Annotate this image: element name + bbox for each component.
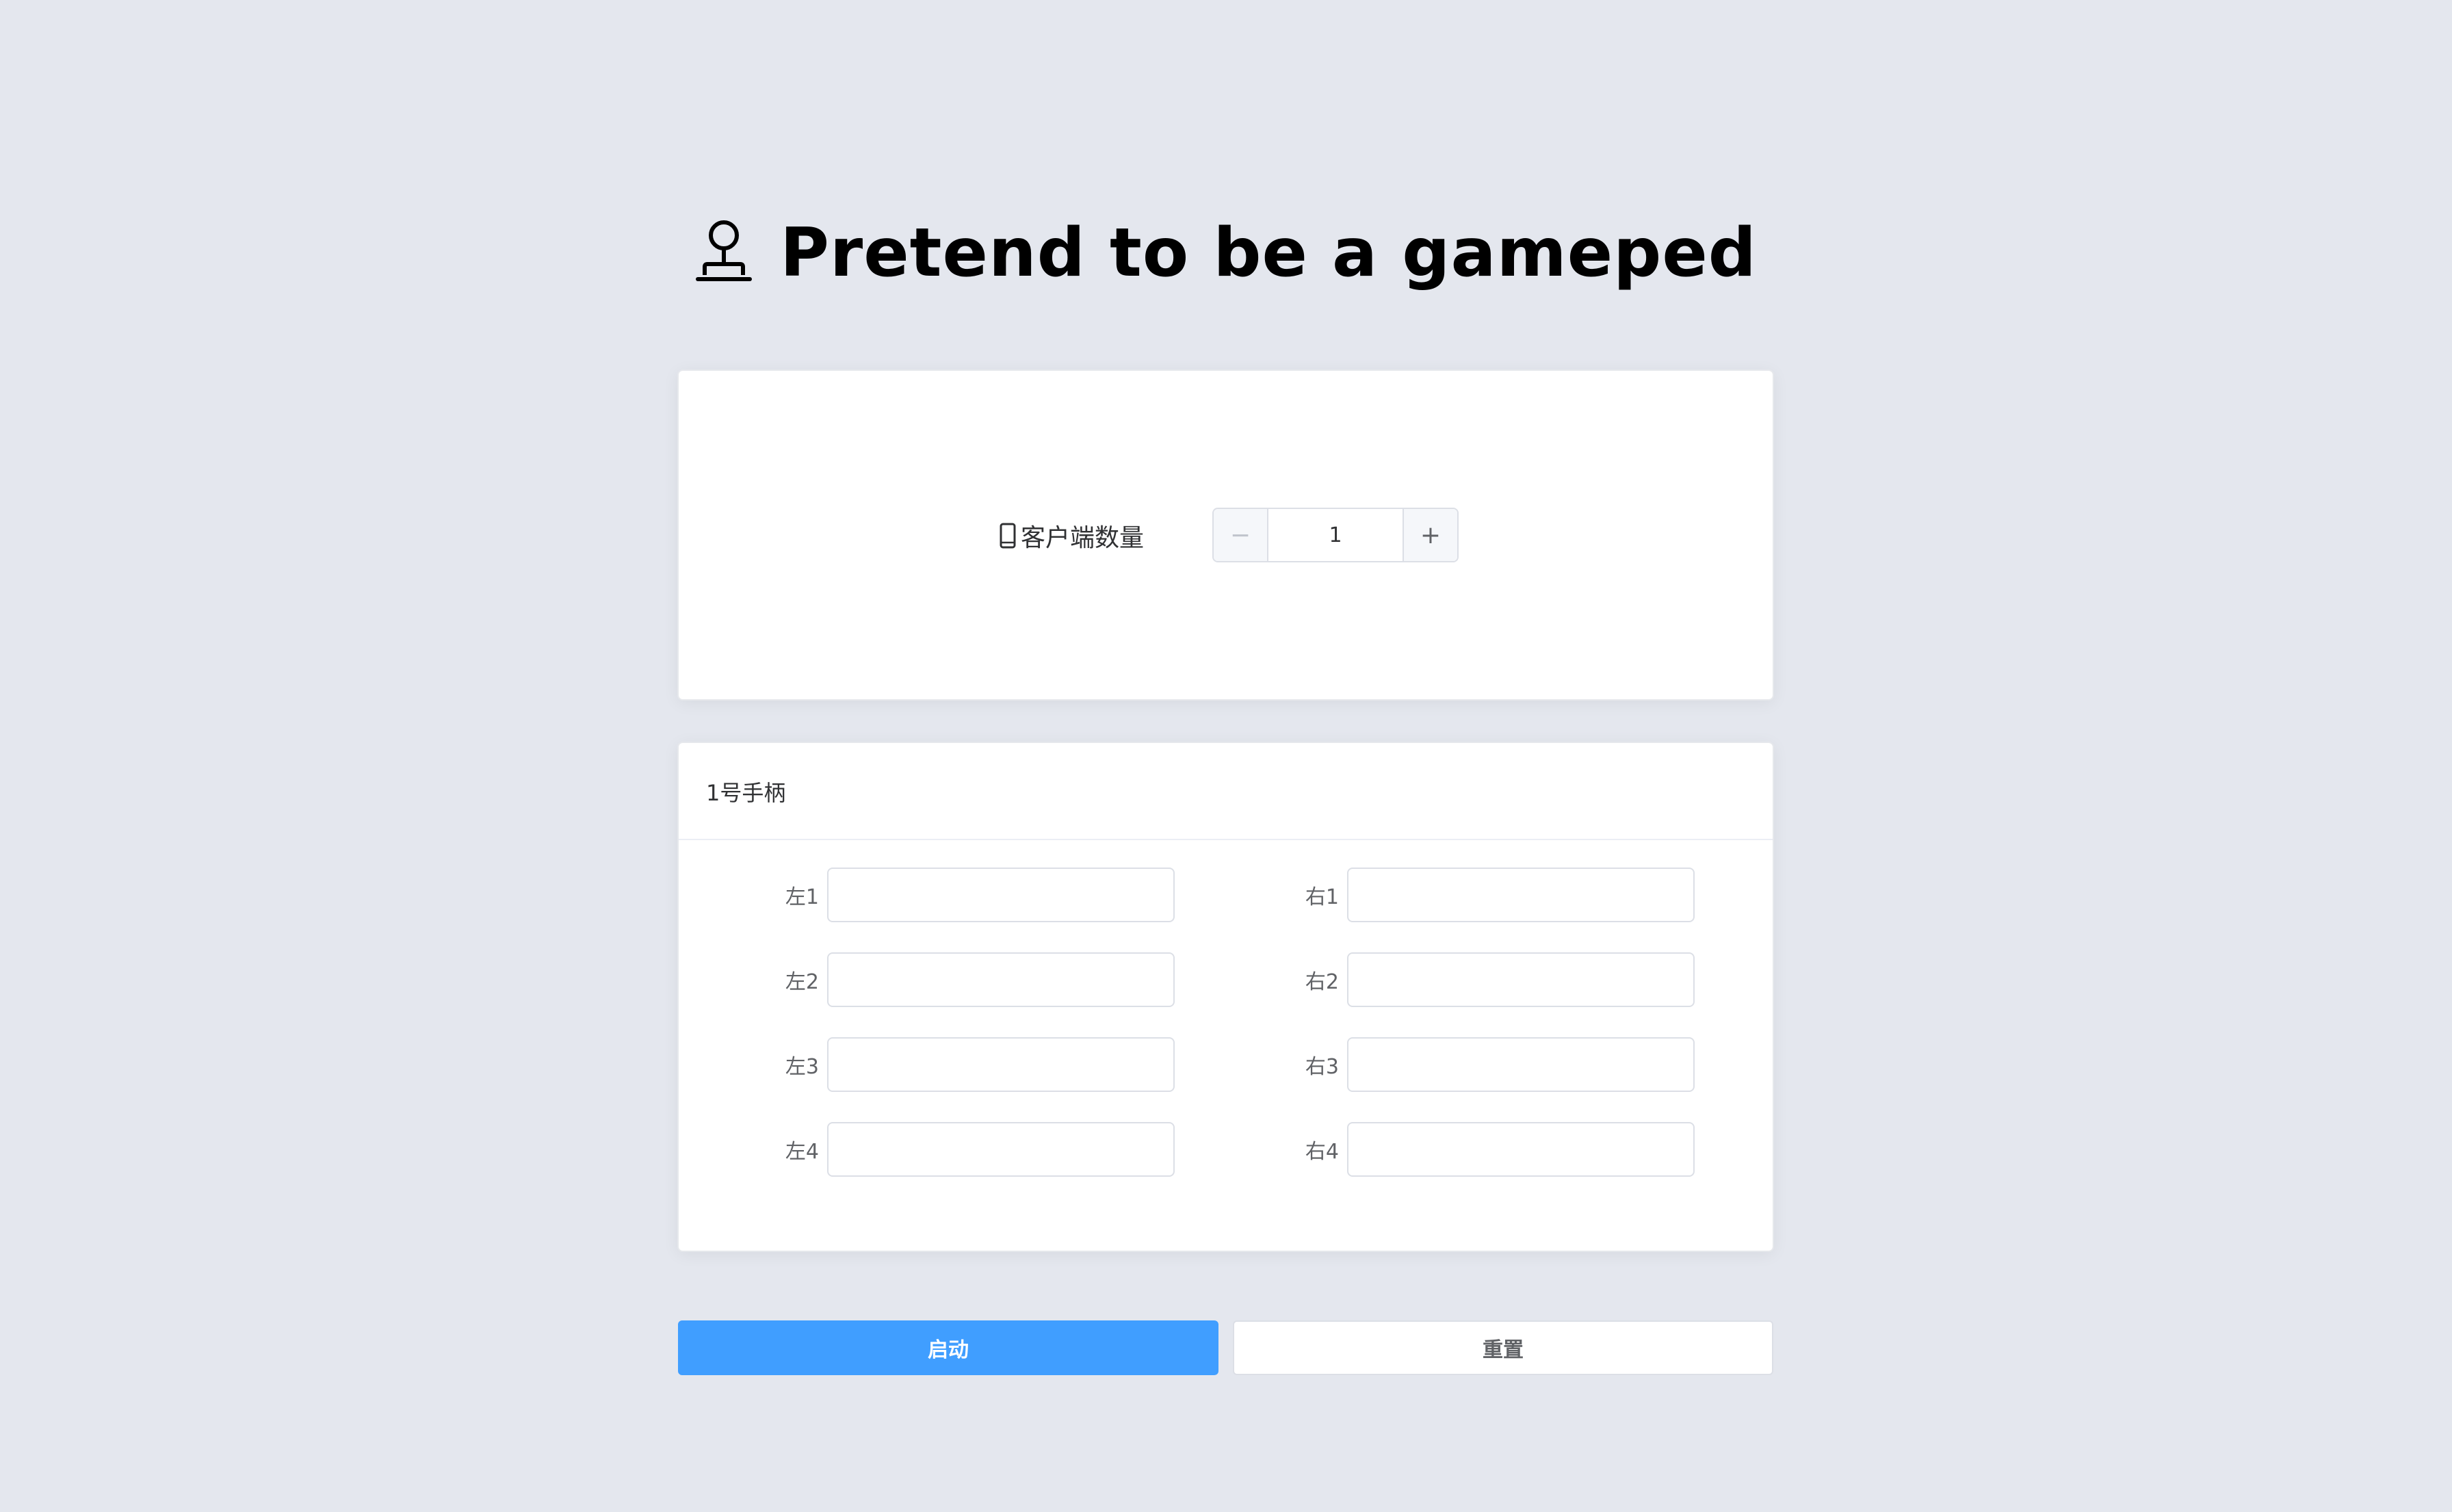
- joystick-icon: [696, 220, 753, 281]
- field-label-right-1: 右1: [1305, 885, 1339, 909]
- field-right-3: 右3: [679, 1037, 1695, 1092]
- client-count-label-text: 客户端数量: [1021, 524, 1145, 552]
- phone-icon: [1000, 523, 1016, 549]
- decrement-button[interactable]: −: [1214, 509, 1268, 561]
- field-right-2: 右2: [679, 952, 1695, 1007]
- field-label-right-3: 右3: [1305, 1055, 1339, 1079]
- field-label-right-4: 右4: [1305, 1140, 1339, 1164]
- field-label-right-2: 右2: [1305, 970, 1339, 994]
- increment-button[interactable]: +: [1403, 509, 1457, 561]
- input-right-3[interactable]: [1347, 1037, 1695, 1092]
- client-count-card: 客户端数量 − 1 +: [677, 369, 1774, 701]
- gamepad-title: 1号手柄: [706, 780, 786, 806]
- minus-icon: −: [1229, 521, 1251, 549]
- start-button[interactable]: 启动: [678, 1320, 1218, 1375]
- page-title: Pretend to be a gameped: [780, 214, 1757, 292]
- page-header: Pretend to be a gameped: [0, 205, 2452, 301]
- client-count-row: 客户端数量 − 1 +: [679, 508, 1773, 564]
- field-right-4: 右4: [679, 1122, 1695, 1177]
- client-count-input[interactable]: 1: [1268, 509, 1403, 561]
- field-right-1: 右1: [679, 868, 1695, 922]
- client-count-stepper: − 1 +: [1212, 508, 1459, 562]
- client-count-label: 客户端数量: [999, 508, 1144, 564]
- gamepad-card-header: 1号手柄: [679, 743, 1773, 840]
- start-button-label: 启动: [928, 1338, 969, 1362]
- input-right-2[interactable]: [1347, 952, 1695, 1007]
- reset-button[interactable]: 重置: [1233, 1320, 1773, 1375]
- input-right-1[interactable]: [1347, 868, 1695, 922]
- gamepad-card: 1号手柄 左1 左2 左3 左4 右1 右2 右3 右4: [677, 742, 1774, 1252]
- plus-icon: +: [1420, 521, 1442, 549]
- input-right-4[interactable]: [1347, 1122, 1695, 1177]
- reset-button-label: 重置: [1483, 1338, 1524, 1362]
